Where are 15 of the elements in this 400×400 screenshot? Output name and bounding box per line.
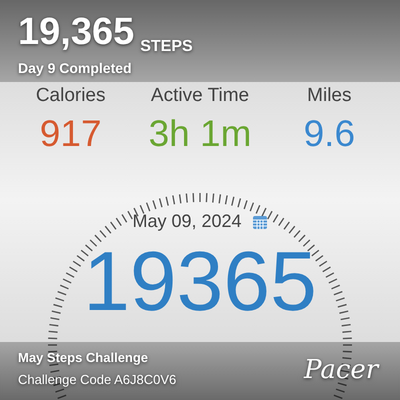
- stat-value: 3h 1m: [148, 112, 252, 156]
- stat-label: Active Time: [150, 84, 250, 108]
- steps-total: 19,365: [18, 12, 134, 52]
- day-status: Day 9 Completed: [18, 59, 132, 78]
- brand-logo: Pacer: [304, 354, 378, 386]
- stat-label: Calories: [36, 84, 106, 108]
- steps-unit: STEPS: [140, 38, 193, 56]
- calendar-icon[interactable]: [252, 214, 268, 230]
- step-count: 19365: [83, 241, 317, 321]
- stat-value: 9.6: [304, 112, 356, 156]
- stat-label: Miles: [307, 84, 352, 108]
- challenge-name: May Steps Challenge: [18, 349, 148, 367]
- challenge-code: Challenge Code A6J8C0V6: [18, 371, 176, 389]
- stat-value: 917: [40, 112, 102, 156]
- date-label: May 09, 2024: [132, 210, 242, 233]
